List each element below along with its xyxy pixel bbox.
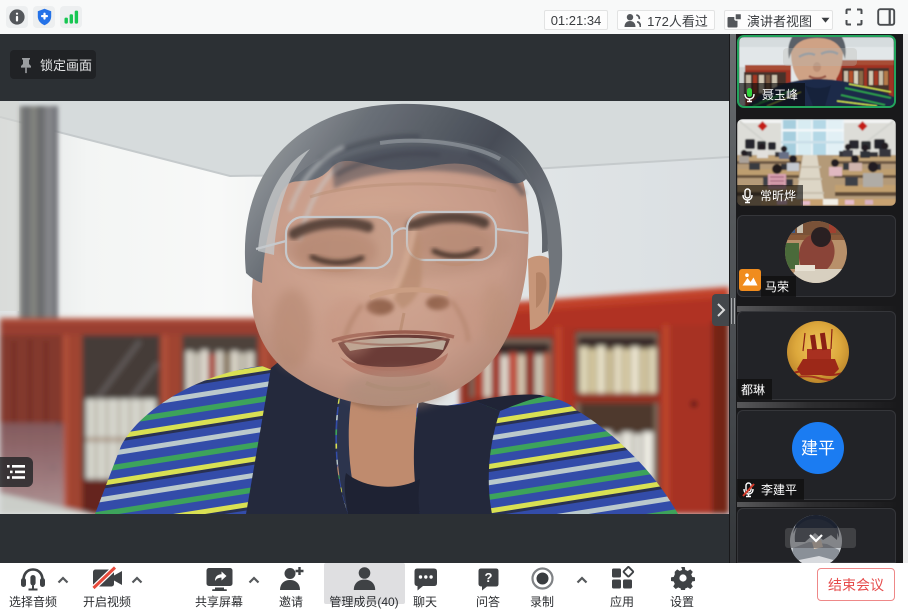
svg-text:建平: 建平 <box>801 439 835 458</box>
svg-text:?: ? <box>485 570 493 585</box>
